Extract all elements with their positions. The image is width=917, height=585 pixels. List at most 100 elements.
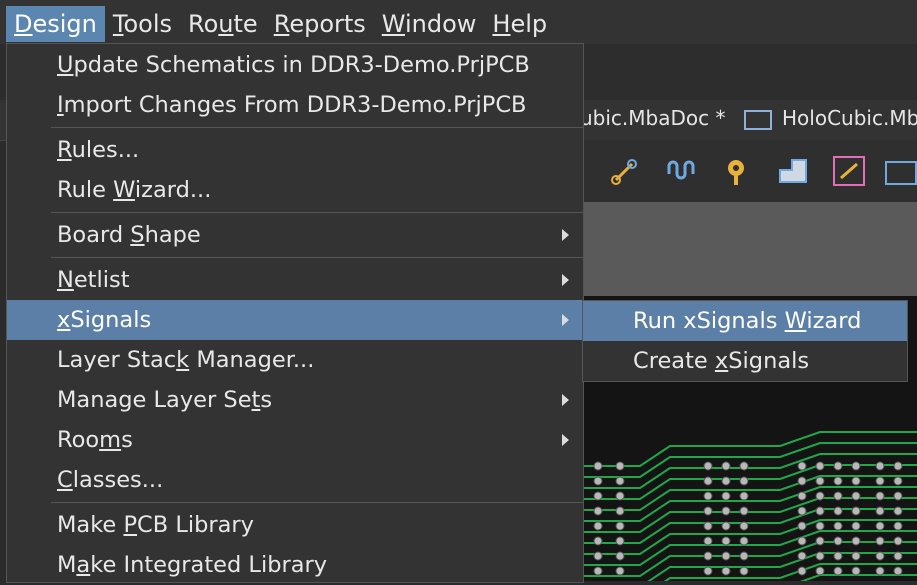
pcb-via [893,476,903,486]
pcb-via [851,566,861,576]
menu-item-rules[interactable]: Rules... [7,130,583,170]
pcb-via [615,551,625,561]
pcb-via [703,491,713,501]
pcb-via [797,551,807,561]
document-icon [744,109,772,130]
pcb-via [615,506,625,516]
pcb-via [833,536,843,546]
pcb-via [703,521,713,531]
menu-item-netlist[interactable]: Netlist [7,260,583,300]
pcb-via [739,506,749,516]
submenu-arrow-icon [562,274,569,286]
pad-icon[interactable] [832,156,866,186]
menu-window[interactable]: Window [374,6,485,42]
pcb-via [797,476,807,486]
pcb-trace [580,475,917,511]
polygon-icon[interactable] [776,156,810,186]
pcb-via [797,461,807,471]
menu-item-classes[interactable]: Classes... [7,460,583,500]
menu-item-board-shape[interactable]: Board Shape [7,215,583,255]
menu-item-manage-layer-sets[interactable]: Manage Layer Sets [7,380,583,420]
pcb-trace [580,464,917,500]
pcb-via [703,461,713,471]
pcb-via [833,461,843,471]
pcb-via [815,491,825,501]
menu-item-make-integrated-library[interactable]: Make Integrated Library [7,545,583,585]
pcb-via [833,566,843,576]
design-menu-dropdown: Update Schematics in DDR3-Demo.PrjPCB Im… [6,43,584,583]
pcb-trace [580,442,917,478]
menu-help[interactable]: Help [484,6,555,42]
menu-item-run-xsignals-wizard[interactable]: Run xSignals Wizard [583,301,907,341]
pcb-via [815,506,825,516]
menu-item-xsignals[interactable]: xSignals [7,300,583,340]
menu-item-layer-stack-manager[interactable]: Layer Stack Manager... [7,340,583,380]
pcb-via [593,491,603,501]
pcb-via [703,506,713,516]
pcb-via [851,521,861,531]
pcb-trace [580,497,917,533]
pcb-via [739,566,749,576]
pcb-via [851,536,861,546]
pcb-via [893,461,903,471]
pcb-via [593,461,603,471]
pcb-trace [580,530,917,566]
menu-item-import-changes[interactable]: Import Changes From DDR3-Demo.PrjPCB [7,85,583,125]
pcb-via [739,491,749,501]
pcb-via [703,551,713,561]
pcb-via [815,521,825,531]
pcb-via [833,506,843,516]
pcb-via [739,521,749,531]
via-icon[interactable] [720,156,754,186]
pcb-via [815,476,825,486]
menu-item-update-schematics[interactable]: Update Schematics in DDR3-Demo.PrjPCB [7,45,583,85]
menu-separator [51,127,583,128]
menu-separator [51,502,583,503]
pcb-via [815,536,825,546]
pcb-via [893,521,903,531]
pcb-via [593,536,603,546]
pcb-via [703,476,713,486]
pcb-via [739,551,749,561]
pcb-via [593,476,603,486]
menu-item-make-pcb-library[interactable]: Make PCB Library [7,505,583,545]
pcb-via [893,566,903,576]
pcb-via [721,476,731,486]
document-tab[interactable]: ubic.MbaDoc * [580,106,725,130]
pcb-via [833,521,843,531]
pcb-via [875,461,885,471]
pcb-via [615,491,625,501]
pcb-via [875,551,885,561]
pcb-via [615,476,625,486]
pcb-via [721,536,731,546]
route-icon[interactable] [608,156,642,186]
pcb-via [833,551,843,561]
pcb-via [893,506,903,516]
text-icon[interactable] [884,156,917,186]
menu-reports[interactable]: Reports [266,6,374,42]
pcb-via [739,461,749,471]
pcb-via [833,476,843,486]
menu-item-rooms[interactable]: Rooms [7,420,583,460]
menu-design[interactable]: Design [6,6,105,42]
menu-route[interactable]: Route [180,6,266,42]
submenu-arrow-icon [562,394,569,406]
pcb-via [615,521,625,531]
pcb-via [851,461,861,471]
menu-separator [51,212,583,213]
xsignals-submenu: Run xSignals Wizard Create xSignals [582,300,908,382]
pcb-via [721,506,731,516]
menu-tools[interactable]: Tools [105,6,180,42]
document-tab[interactable]: HoloCubic.Mb [744,106,917,130]
pcb-via [797,506,807,516]
pcb-via [797,491,807,501]
pcb-via [851,491,861,501]
menu-item-rule-wizard[interactable]: Rule Wizard... [7,170,583,210]
tune-icon[interactable] [666,156,700,186]
submenu-arrow-icon [562,229,569,241]
submenu-arrow-icon [562,314,569,326]
pcb-via [797,536,807,546]
menu-item-create-xsignals[interactable]: Create xSignals [583,341,907,381]
pcb-via [893,551,903,561]
pcb-via [721,491,731,501]
